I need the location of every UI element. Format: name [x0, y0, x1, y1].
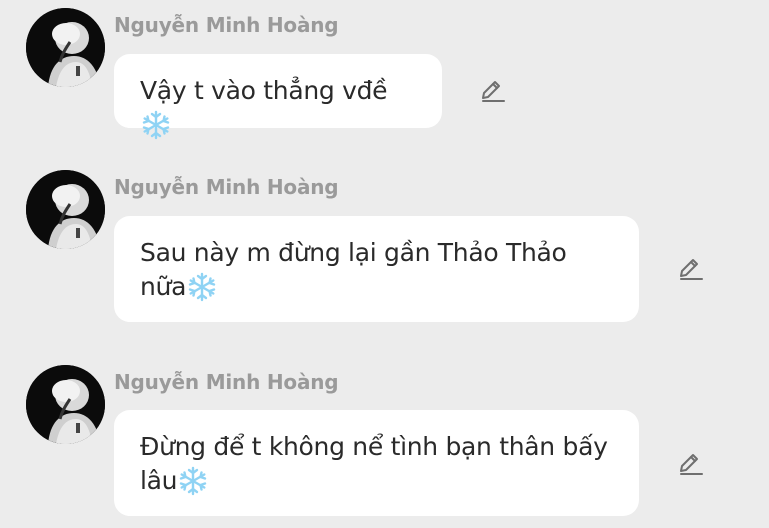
edit-pencil-icon[interactable] — [479, 78, 505, 104]
sender-name: Nguyễn Minh Hoàng — [114, 175, 339, 199]
edit-pencil-icon[interactable] — [677, 451, 703, 477]
edit-pencil-icon[interactable] — [677, 256, 703, 282]
message-text: Vậy t vào thẳng vđề — [140, 76, 388, 105]
snowflake-icon — [142, 110, 170, 140]
message-item: Nguyễn Minh Hoàng Đừng để t không nể tìn… — [0, 355, 769, 528]
snowflake-icon — [188, 272, 216, 302]
message-text: Đừng để t không nể tình bạn thân bấy lâu — [140, 432, 608, 495]
sender-name: Nguyễn Minh Hoàng — [114, 13, 339, 37]
message-bubble[interactable]: Vậy t vào thẳng vđề — [114, 54, 442, 140]
message-bubble[interactable]: Sau này m đừng lại gần Thảo Thảo nữa — [114, 216, 639, 322]
message-item: Nguyễn Minh Hoàng Sau này m đừng lại gần… — [0, 160, 769, 330]
snowflake-icon — [180, 466, 207, 496]
avatar-photo — [26, 8, 105, 87]
avatar[interactable] — [26, 8, 105, 87]
sender-name: Nguyễn Minh Hoàng — [114, 370, 339, 394]
message-bubble[interactable]: Đừng để t không nể tình bạn thân bấy lâu — [114, 410, 639, 516]
message-item: Nguyễn Minh Hoàng Vậy t vào thẳng vđề — [0, 0, 769, 140]
avatar-photo — [26, 170, 105, 249]
avatar-photo — [26, 365, 105, 444]
avatar[interactable] — [26, 170, 105, 249]
avatar[interactable] — [26, 365, 105, 444]
